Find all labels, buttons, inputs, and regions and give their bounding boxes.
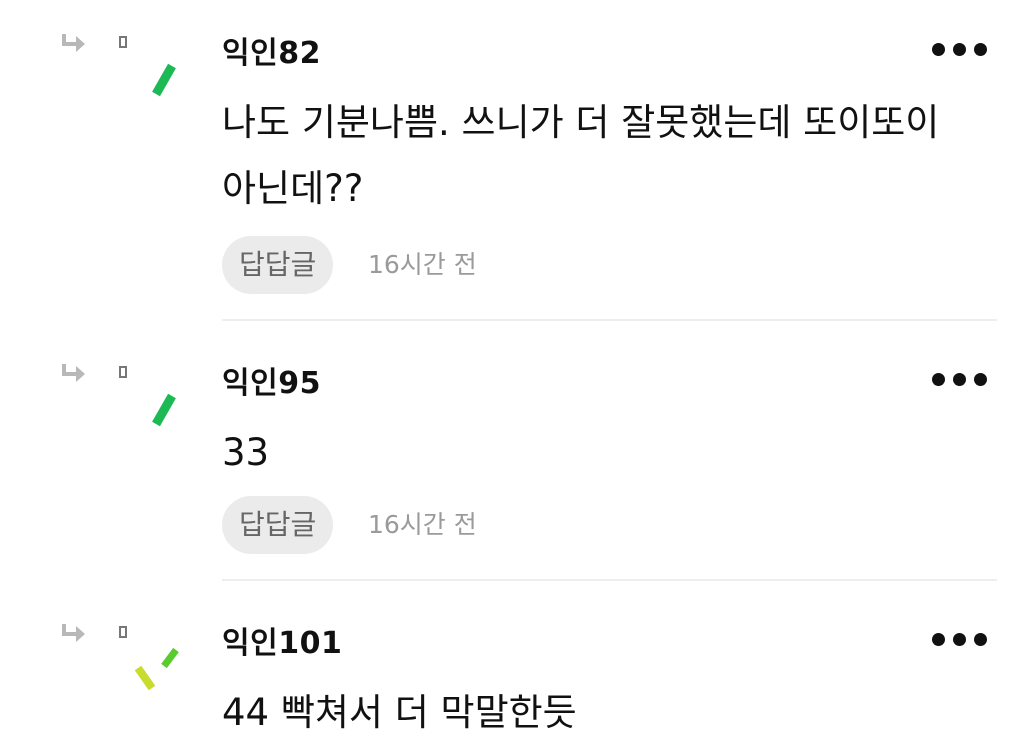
reply-button[interactable]: 답답글 (222, 496, 334, 554)
comment-author: 익인101 (222, 626, 343, 661)
comment-divider (222, 319, 997, 321)
comment-timestamp: 16시간 전 (368, 510, 477, 539)
user-mark-icon (152, 63, 176, 97)
reply-arrow-icon (62, 34, 85, 52)
comment-text: 33 (222, 431, 270, 474)
more-options-button[interactable] (928, 626, 996, 652)
more-dot-icon (932, 373, 945, 386)
comment-author: 익인95 (222, 366, 321, 401)
more-dot-icon (953, 633, 966, 646)
more-dot-icon (953, 373, 966, 386)
more-dot-icon (974, 373, 987, 386)
more-options-button[interactable] (928, 366, 996, 392)
comment-item: 익인101 44 빡쳐서 더 막말한듯 (0, 590, 1024, 746)
comment-timestamp: 16시간 전 (368, 250, 477, 279)
reply-arrow-icon (62, 624, 85, 642)
comment-item: 익인95 33 답답글 16시간 전 (0, 330, 1024, 582)
more-options-button[interactable] (928, 36, 996, 62)
more-dot-icon (974, 633, 987, 646)
comment-divider (222, 579, 997, 581)
reply-arrow-icon (62, 364, 85, 382)
glyph-icon (119, 366, 127, 378)
user-mark-icon (134, 647, 179, 691)
comment-author: 익인82 (222, 36, 321, 71)
more-dot-icon (953, 43, 966, 56)
glyph-icon (119, 36, 127, 48)
comment-text: 나도 기분나쁨. 쓰니가 더 잘못했는데 또이또이 아닌데?? (222, 101, 940, 210)
more-dot-icon (974, 43, 987, 56)
user-mark-icon (152, 393, 176, 427)
comment-text: 44 빡쳐서 더 막말한듯 (222, 691, 577, 734)
more-dot-icon (932, 633, 945, 646)
more-dot-icon (932, 43, 945, 56)
comment-item: 익인82 나도 기분나쁨. 쓰니가 더 잘못했는데 또이또이 아닌데?? 답답글… (0, 0, 1024, 322)
reply-button[interactable]: 답답글 (222, 236, 334, 294)
glyph-icon (119, 626, 127, 638)
